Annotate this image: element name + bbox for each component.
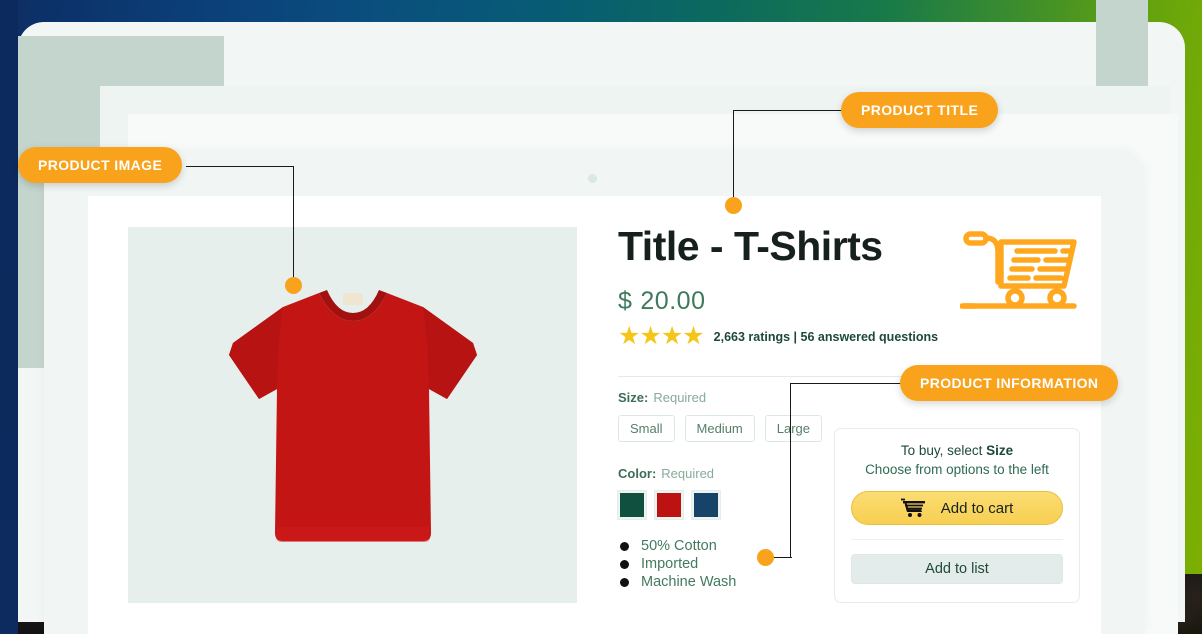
list-item: 50% Cotton <box>620 538 736 554</box>
list-item: Imported <box>620 556 736 572</box>
buybox-prompt-bold: Size <box>986 443 1014 458</box>
callout-dot-product-image <box>285 277 302 294</box>
callout-product-information[interactable]: PRODUCT INFORMATION <box>900 365 1119 401</box>
buybox-prompt: To buy, select Size <box>851 443 1063 458</box>
bullet-icon <box>620 559 629 569</box>
size-label: Size: <box>618 390 649 405</box>
rating-summary-text[interactable]: 2,663 ratings | 56 answered questions <box>714 330 938 344</box>
product-feature-list: 50% Cotton Imported Machine Wash <box>620 538 736 592</box>
bullet-icon <box>620 541 629 551</box>
add-to-cart-button[interactable]: Add to cart <box>851 491 1063 525</box>
callout-line-product-title-h <box>734 110 854 112</box>
price-amount: 20.00 <box>640 287 706 316</box>
red-tshirt-image <box>228 290 477 542</box>
callout-line-product-info-h-bottom <box>772 557 792 559</box>
feature-text: Imported <box>641 556 699 572</box>
callout-product-title[interactable]: PRODUCT TITLE <box>841 92 999 128</box>
shopping-cart-icon <box>900 498 925 517</box>
callout-dot-product-information <box>757 549 774 566</box>
screenshot-stage: Title - T-Shirts $20.00 ★★★★ 2,663 ratin… <box>0 0 1202 634</box>
feature-text: 50% Cotton <box>641 538 717 554</box>
add-to-cart-label: Add to cart <box>940 499 1014 517</box>
size-option-small[interactable]: Small <box>618 415 675 442</box>
buybox-prompt-prefix: To buy, select <box>900 443 987 458</box>
callout-line-product-info-v <box>790 383 792 557</box>
buy-box: To buy, select Size Choose from options … <box>834 428 1080 603</box>
callout-line-product-image-v <box>293 166 295 286</box>
color-label: Color: <box>618 466 657 481</box>
color-swatch-navy[interactable] <box>692 491 720 519</box>
add-to-list-button[interactable]: Add to list <box>851 554 1063 584</box>
rating-row[interactable]: ★★★★ 2,663 ratings | 56 answered questio… <box>618 324 1088 349</box>
size-option-block: Size: Required Small Medium Large <box>618 390 823 442</box>
callout-line-product-image-h <box>186 166 294 168</box>
color-swatch-dark-green[interactable] <box>618 491 646 519</box>
size-option-medium[interactable]: Medium <box>684 415 755 442</box>
list-item: Machine Wash <box>620 574 736 590</box>
tablet-camera-dot <box>588 174 597 183</box>
color-swatch-red[interactable] <box>655 491 683 519</box>
callout-line-product-info-h-top <box>791 383 911 385</box>
buybox-separator <box>851 539 1063 540</box>
callout-product-image[interactable]: PRODUCT IMAGE <box>18 147 183 183</box>
color-label-row: Color: Required <box>618 466 720 481</box>
size-buttons: Small Medium Large <box>618 415 823 442</box>
price-currency: $ <box>618 287 633 316</box>
feature-text: Machine Wash <box>641 574 737 590</box>
bullet-icon <box>620 577 629 587</box>
buybox-subprompt: Choose from options to the left <box>865 462 1049 477</box>
size-required-text: Required <box>653 390 707 405</box>
star-rating-icon[interactable]: ★★★★ <box>618 324 705 349</box>
callout-dot-product-title <box>725 197 742 214</box>
size-label-row: Size: Required <box>618 390 822 405</box>
product-image-panel[interactable] <box>128 227 577 603</box>
shopping-cart-icon <box>960 231 1077 309</box>
color-swatches <box>618 491 720 519</box>
color-option-block: Color: Required <box>618 466 720 519</box>
color-required-text: Required <box>661 466 715 481</box>
callout-line-product-title-v <box>733 110 735 206</box>
size-option-large[interactable]: Large <box>764 415 823 442</box>
left-edge-band <box>0 0 18 634</box>
